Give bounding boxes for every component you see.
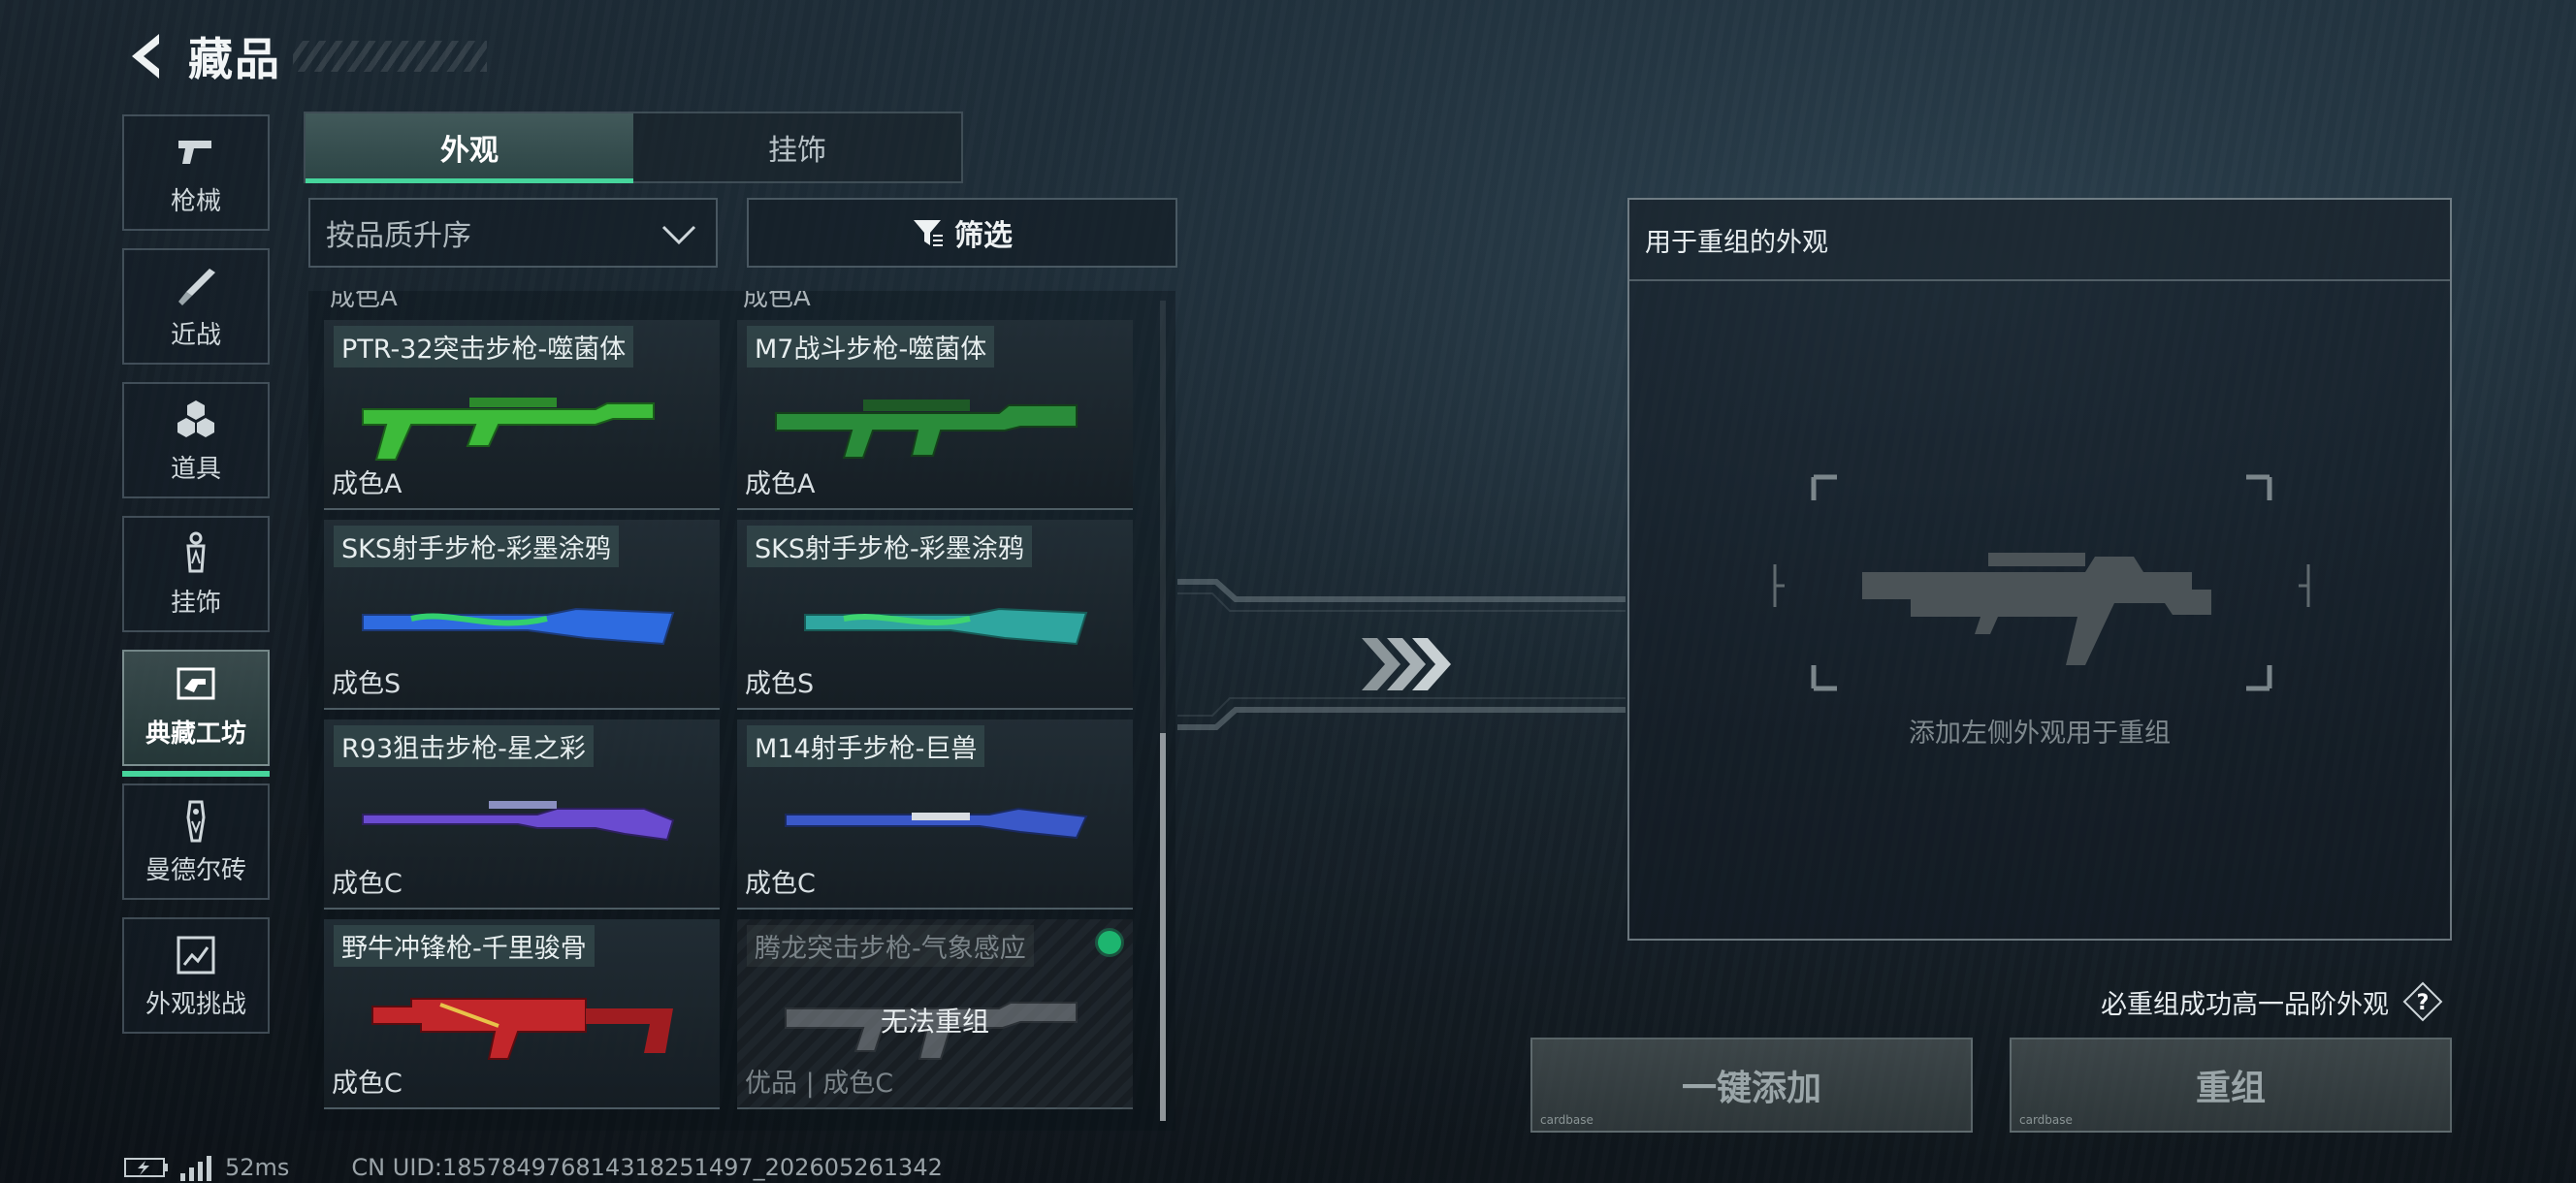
grid-scrollbar[interactable]	[1160, 301, 1166, 1121]
ping-value: 52ms	[225, 1154, 290, 1181]
item-name: M7战斗步枪-噬菌体	[747, 326, 995, 368]
title-decoration	[293, 41, 487, 72]
appearance-card-unavailable[interactable]: 腾龙突击步枪-气象感应 无法重组 优品 | 成色C	[737, 919, 1133, 1109]
button-label: 重组	[2195, 1069, 2266, 1108]
nav-item-tools[interactable]: 道具	[122, 382, 270, 498]
forward-chevrons-icon	[1362, 638, 1451, 690]
challenge-icon	[177, 936, 215, 974]
chevron-down-icon	[661, 225, 696, 245]
page-title: 藏品	[188, 33, 281, 85]
sort-dropdown[interactable]: 按品质升序	[308, 198, 718, 268]
item-name: R93狙击步枪-星之彩	[334, 725, 594, 767]
active-indicator	[122, 770, 270, 777]
rifle-icon	[785, 807, 1088, 840]
grenade-cluster-icon	[177, 400, 214, 437]
item-grade: 成色C	[332, 869, 402, 899]
rifle-placeholder-icon[interactable]	[1765, 471, 2318, 694]
item-name: SKS射手步枪-彩墨涂鸦	[747, 526, 1032, 567]
partial-grade: 成色A	[743, 291, 811, 312]
item-name: M14射手步枪-巨兽	[747, 725, 985, 767]
tab-charms[interactable]: 挂饰	[633, 113, 961, 181]
appearance-card[interactable]: M7战斗步枪-噬菌体 成色A	[737, 320, 1133, 510]
item-grade: 成色A	[745, 469, 816, 499]
nav-label: 枪械	[170, 186, 221, 216]
button-tag: cardbase	[1540, 1113, 1594, 1127]
regroup-hint: 添加左侧外观用于重组	[1909, 719, 2171, 749]
rifle-icon	[775, 400, 1078, 459]
selected-indicator	[1098, 931, 1121, 954]
nav-item-workshop[interactable]: 典藏工坊	[122, 650, 270, 777]
regroup-header: 用于重组的外观	[1629, 200, 2450, 281]
button-tag: cardbase	[2019, 1113, 2073, 1127]
help-icon[interactable]: ?	[2402, 981, 2443, 1022]
workshop-icon	[177, 667, 215, 699]
partial-row: 成色A	[743, 291, 1139, 312]
nav-label: 外观挑战	[145, 989, 246, 1019]
help-glyph: ?	[2417, 991, 2430, 1015]
charm-icon	[186, 531, 206, 572]
appearance-card[interactable]: SKS射手步枪-彩墨涂鸦 成色S	[324, 520, 720, 710]
tab-appearance[interactable]: 外观	[306, 113, 633, 183]
mandel-brick-icon	[186, 800, 206, 842]
regroup-panel: 用于重组的外观 添加左侧外观用于重组	[1627, 198, 2452, 941]
item-grade: 成色C	[745, 869, 816, 899]
item-grade: 成色C	[332, 1069, 402, 1099]
rifle-icon	[362, 801, 675, 842]
item-name: 腾龙突击步枪-气象感应	[747, 925, 1034, 967]
rifle-icon	[804, 607, 1088, 646]
filter-button[interactable]: 筛选	[747, 198, 1177, 268]
appearance-card[interactable]: 野牛冲锋枪-千里骏骨 成色C	[324, 919, 720, 1109]
item-name: PTR-32突击步枪-噬菌体	[334, 326, 634, 368]
filter-icon	[914, 220, 943, 246]
appearance-card[interactable]: PTR-32突击步枪-噬菌体 成色A	[324, 320, 720, 510]
filter-label: 筛选	[954, 219, 1013, 253]
nav-label: 典藏工坊	[145, 719, 246, 749]
nav-item-mandel-brick[interactable]: 曼德尔砖	[122, 783, 270, 900]
sort-value: 按品质升序	[326, 219, 471, 253]
item-name: 野牛冲锋枪-千里骏骨	[334, 925, 595, 967]
item-grade: 成色S	[745, 669, 815, 699]
smg-icon	[371, 998, 673, 1060]
item-grade: 优品 | 成色C	[745, 1069, 894, 1099]
cannot-regroup-label: 无法重组	[880, 1006, 989, 1038]
appearance-grid: 成色A 成色A PTR-32突击步枪-噬菌体 成色A M7战斗步枪-噬菌体 成色…	[308, 291, 1175, 1131]
nav-item-guns[interactable]: 枪械	[122, 114, 270, 231]
appearance-card[interactable]: R93狙击步枪-星之彩 成色C	[324, 719, 720, 910]
item-name: SKS射手步枪-彩墨涂鸦	[334, 526, 619, 567]
nav-label: 曼德尔砖	[145, 855, 246, 885]
button-label: 一键添加	[1681, 1069, 1821, 1108]
pistol-icon	[178, 140, 211, 164]
appearance-card[interactable]: SKS射手步枪-彩墨涂鸦 成色S	[737, 520, 1133, 710]
tab-bar: 外观 挂饰	[304, 112, 963, 183]
one-click-add-button[interactable]: 一键添加 cardbase	[1530, 1038, 1973, 1133]
nav-label: 挂饰	[170, 588, 221, 618]
partial-row: 成色A	[330, 291, 725, 312]
item-grade: 成色A	[332, 469, 402, 499]
user-uid: CN UID:185784976814318251497_20260526134…	[351, 1154, 943, 1181]
signal-icon	[180, 1156, 211, 1181]
page-header: 藏品	[124, 27, 487, 85]
rifle-icon	[362, 607, 675, 646]
nav-item-melee[interactable]: 近战	[122, 248, 270, 365]
nav-label: 道具	[170, 454, 221, 484]
rifle-icon	[362, 398, 655, 461]
appearance-card[interactable]: M14射手步枪-巨兽 成色C	[737, 719, 1133, 910]
knife-icon	[178, 268, 215, 305]
nav-label: 近战	[170, 320, 221, 350]
nav-item-challenge[interactable]: 外观挑战	[122, 917, 270, 1034]
nav-item-charms[interactable]: 挂饰	[122, 516, 270, 632]
regroup-note: 必重组成功高一品阶外观 ?	[2101, 981, 2443, 1022]
scrollbar-thumb[interactable]	[1160, 733, 1166, 1121]
item-grade: 成色S	[332, 669, 402, 699]
note-text: 必重组成功高一品阶外观	[2101, 989, 2389, 1020]
partial-grade: 成色A	[330, 291, 398, 312]
status-bar: 52ms CN UID:185784976814318251497_202605…	[124, 1154, 943, 1181]
back-arrow-icon[interactable]	[124, 30, 167, 82]
regroup-button[interactable]: 重组 cardbase	[2010, 1038, 2452, 1133]
category-nav: 枪械 近战 道具 挂饰 典藏工坊 曼德尔砖 外观挑战	[122, 114, 272, 1051]
battery-icon	[124, 1158, 168, 1177]
